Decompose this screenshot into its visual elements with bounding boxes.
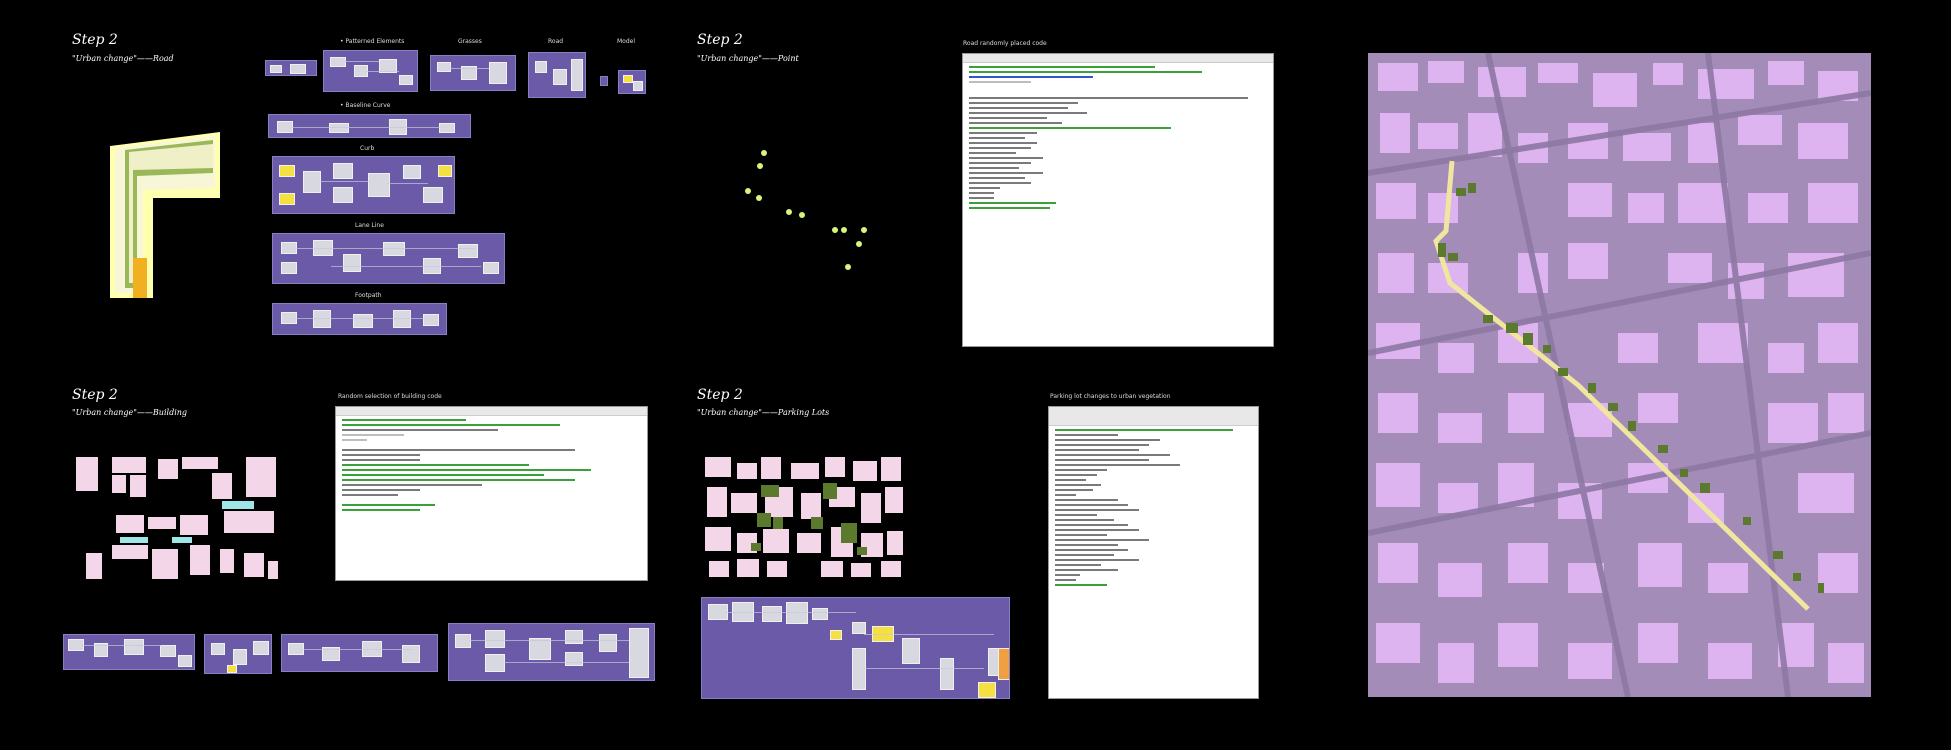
- parking-plan: [705, 457, 903, 577]
- random-point: [856, 241, 862, 247]
- random-point: [761, 150, 767, 156]
- random-point: [841, 227, 847, 233]
- caption-lane-line: Lane Line: [355, 222, 384, 229]
- parking-subtitle: "Urban change"——Parking Lots: [697, 408, 830, 417]
- grasshopper-canvas: [600, 76, 608, 86]
- random-point: [799, 212, 805, 218]
- grasshopper-canvas: [430, 55, 516, 91]
- random-point: [745, 188, 751, 194]
- grasshopper-canvas: [204, 634, 272, 674]
- building-subtitle: "Urban change"——Building: [72, 408, 188, 417]
- code-editor: [335, 406, 648, 581]
- random-point: [757, 163, 763, 169]
- parking-code-caption: Parking lot changes to urban vegetation: [1050, 393, 1171, 400]
- caption-patterned: • Patterned Elements: [340, 38, 405, 45]
- random-point: [756, 195, 762, 201]
- caption-model: Model: [617, 38, 636, 45]
- grasshopper-canvas: [701, 597, 1010, 699]
- building-code-caption: Random selection of building code: [338, 393, 442, 400]
- caption-grasses: Grasses: [458, 38, 482, 45]
- point-subtitle: "Urban change"——Point: [697, 54, 799, 63]
- grasshopper-canvas: [323, 50, 418, 92]
- grasshopper-canvas: [272, 156, 455, 214]
- random-point: [832, 227, 838, 233]
- caption-baseline-curve: • Baseline Curve: [340, 102, 391, 109]
- road-subtitle: "Urban change"——Road: [72, 54, 174, 63]
- grasshopper-canvas: [63, 634, 195, 670]
- point-step-title: Step 2: [697, 32, 743, 48]
- point-code-caption: Road randomly placed code: [963, 40, 1047, 47]
- random-point: [786, 209, 792, 215]
- grasshopper-canvas: [265, 60, 317, 76]
- code-editor: [1048, 406, 1259, 699]
- grasshopper-canvas: [272, 233, 505, 284]
- road-3d-model: [110, 132, 220, 298]
- map-buildings: [1368, 53, 1871, 697]
- caption-curb: Curb: [360, 145, 375, 152]
- random-point: [845, 264, 851, 270]
- grasshopper-canvas: [618, 70, 646, 94]
- grasshopper-canvas: [268, 114, 471, 138]
- caption-footpath: Footpath: [355, 292, 382, 299]
- grasshopper-canvas: [528, 52, 586, 98]
- caption-road: Road: [548, 38, 564, 45]
- grasshopper-canvas: [272, 303, 447, 335]
- parking-step-title: Step 2: [697, 387, 743, 403]
- code-editor: [962, 53, 1274, 347]
- random-point: [861, 227, 867, 233]
- road-step-title: Step 2: [72, 32, 118, 48]
- point-scatter: [740, 145, 880, 275]
- grasshopper-canvas: [448, 623, 655, 681]
- urban-map: [1368, 53, 1871, 697]
- grasshopper-canvas: [281, 634, 438, 672]
- building-step-title: Step 2: [72, 387, 118, 403]
- building-plan: [76, 457, 278, 579]
